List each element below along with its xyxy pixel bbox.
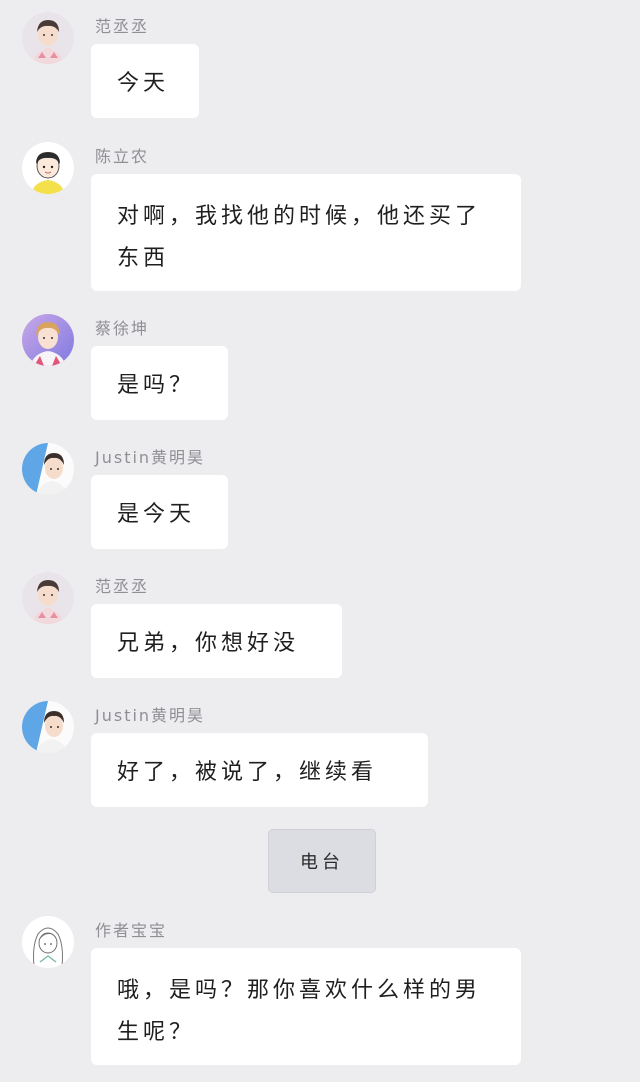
message-bubble[interactable]: 对啊，我找他的时候，他还买了东西 (91, 174, 521, 291)
message-bubble[interactable]: 哦，是吗？那你喜欢什么样的男生呢？ (91, 948, 521, 1065)
message-bubble[interactable]: 是今天 (91, 475, 228, 549)
message-text: 是吗？ (117, 373, 196, 398)
sender-name: 作者宝宝 (95, 921, 168, 940)
sender-name: Justin黄明昊 (95, 448, 206, 467)
radio-label: 电台 (300, 852, 344, 873)
boy-portrait-icon (22, 443, 74, 495)
avatar-fan-chengcheng[interactable] (22, 12, 74, 64)
message-text: 今天 (117, 71, 170, 96)
message-text: 是今天 (117, 502, 196, 527)
cartoon-boy-icon (22, 142, 74, 194)
message-bubble[interactable]: 好了，被说了，继续看 (91, 733, 428, 807)
sender-name: 范丞丞 (95, 577, 150, 596)
boy-portrait-icon (22, 12, 74, 64)
chat-thread: 范丞丞 今天 陈立农 对啊，我找他的时候，他还买了东西 蔡徐坤 是吗？ Just… (0, 0, 640, 1082)
message-text: 哦，是吗？那你喜欢什么样的男生呢？ (117, 978, 482, 1045)
radio-button[interactable]: 电台 (268, 829, 376, 893)
message-text: 好了，被说了，继续看 (117, 760, 378, 785)
message-bubble[interactable]: 今天 (91, 44, 199, 118)
avatar-justin-huang-minghao[interactable] (22, 443, 74, 495)
sender-name: Justin黄明昊 (95, 706, 206, 725)
message-text: 对啊，我找他的时候，他还买了东西 (117, 204, 482, 271)
message-text: 兄弟，你想好没 (117, 631, 300, 656)
sketch-girl-icon (22, 916, 74, 968)
avatar-fan-chengcheng[interactable] (22, 572, 74, 624)
boy-portrait-icon (22, 701, 74, 753)
avatar-chen-linong[interactable] (22, 142, 74, 194)
avatar-cai-xukun[interactable] (22, 314, 74, 366)
boy-portrait-icon (22, 314, 74, 366)
sender-name: 蔡徐坤 (95, 319, 150, 338)
boy-portrait-icon (22, 572, 74, 624)
message-bubble[interactable]: 是吗？ (91, 346, 228, 420)
message-bubble[interactable]: 兄弟，你想好没 (91, 604, 342, 678)
sender-name: 陈立农 (95, 147, 150, 166)
avatar-author[interactable] (22, 916, 74, 968)
sender-name: 范丞丞 (95, 17, 150, 36)
avatar-justin-huang-minghao[interactable] (22, 701, 74, 753)
